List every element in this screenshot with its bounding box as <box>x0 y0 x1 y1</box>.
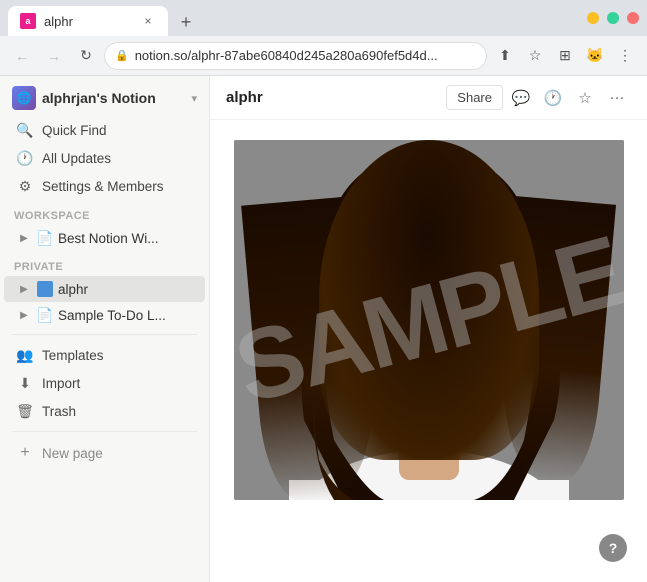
import-icon: ⬇ <box>16 374 34 392</box>
extensions-button[interactable]: ⊞ <box>551 42 579 70</box>
content-body: SAMPLE ? <box>210 120 647 582</box>
tab-title: alphr <box>44 14 73 29</box>
tab-close-button[interactable]: × <box>140 13 156 29</box>
sidebar-item-alphr[interactable]: ▶ alphr <box>4 276 205 302</box>
tab-bar: a alphr × + <box>8 0 200 36</box>
sidebar: 🌐 alphrjan's Notion ▾ 🔍 Quick Find 🕐 All… <box>0 76 210 582</box>
history-icon: 🕐 <box>544 89 563 107</box>
nav-actions: ⬆ ☆ ⊞ 🐱 ⋮ <box>491 42 639 70</box>
workspace-section-label: WORKSPACE <box>0 200 209 225</box>
sidebar-item-sample-todo[interactable]: ▶ 📄 Sample To-Do L... <box>4 302 205 328</box>
help-button[interactable]: ? <box>599 534 627 562</box>
doc-icon: 📄 <box>36 229 54 247</box>
sidebar-item-best-notion[interactable]: ▶ 📄 Best Notion Wi... <box>4 225 205 251</box>
private-section-label: PRIVATE <box>0 251 209 276</box>
workspace-chevron-icon: ▾ <box>191 92 197 105</box>
page-icon-blue <box>36 280 54 298</box>
more-icon: ··· <box>610 89 625 106</box>
address-text: notion.so/alphr-87abe60840d245a280a690fe… <box>135 48 476 63</box>
share-button[interactable]: Share <box>446 85 503 110</box>
todo-doc-icon: 📄 <box>36 306 54 324</box>
lock-icon: 🔒 <box>115 49 129 62</box>
sidebar-item-import[interactable]: ⬇ Import <box>4 369 205 397</box>
sidebar-divider <box>12 334 197 335</box>
chevron-right-icon-2: ▶ <box>16 307 32 323</box>
star-icon: ☆ <box>578 89 591 107</box>
minimize-button[interactable] <box>587 12 599 24</box>
main-area: 🌐 alphrjan's Notion ▾ 🔍 Quick Find 🕐 All… <box>0 76 647 582</box>
sidebar-item-settings[interactable]: ⚙ Settings & Members <box>4 172 205 200</box>
content-area: alphr Share 💬 🕐 ☆ ··· <box>210 76 647 582</box>
browser-frame: a alphr × + ← → ↻ 🔒 notion.so/alph <box>0 0 647 582</box>
title-bar: a alphr × + <box>0 0 647 36</box>
history-icon-button[interactable]: 🕐 <box>539 84 567 112</box>
profile-image <box>234 140 624 500</box>
header-actions: Share 💬 🕐 ☆ ··· <box>446 84 631 112</box>
sidebar-item-trash[interactable]: 🗑 Trash <box>4 397 205 425</box>
address-bar[interactable]: 🔒 notion.so/alphr-87abe60840d245a280a690… <box>104 42 487 70</box>
import-label: Import <box>42 376 80 391</box>
active-tab[interactable]: a alphr × <box>8 6 168 36</box>
workspace-icon: 🌐 <box>12 86 36 110</box>
sidebar-item-templates[interactable]: 👥 Templates <box>4 341 205 369</box>
portrait-hair <box>319 140 539 460</box>
comment-icon: 💬 <box>512 89 531 107</box>
trash-label: Trash <box>42 404 76 419</box>
comment-icon-button[interactable]: 💬 <box>507 84 535 112</box>
alphr-label: alphr <box>58 282 88 297</box>
more-options-button[interactable]: ··· <box>603 84 631 112</box>
new-tab-button[interactable]: + <box>172 8 200 36</box>
tab-favicon: a <box>20 13 36 29</box>
clock-icon: 🕐 <box>16 149 34 167</box>
browser-more-button[interactable]: ⋮ <box>611 42 639 70</box>
share-nav-button[interactable]: ⬆ <box>491 42 519 70</box>
workspace-name: alphrjan's Notion <box>42 90 156 106</box>
content-header: alphr Share 💬 🕐 ☆ ··· <box>210 76 647 120</box>
sidebar-item-quick-find[interactable]: 🔍 Quick Find <box>4 116 205 144</box>
sample-todo-label: Sample To-Do L... <box>58 308 166 323</box>
favorite-icon-button[interactable]: ☆ <box>571 84 599 112</box>
bookmark-button[interactable]: ☆ <box>521 42 549 70</box>
cat-extension-button[interactable]: 🐱 <box>581 42 609 70</box>
close-button[interactable] <box>627 12 639 24</box>
sidebar-divider-2 <box>12 431 197 432</box>
chevron-right-icon: ▶ <box>16 230 32 246</box>
search-icon: 🔍 <box>16 121 34 139</box>
chevron-down-icon: ▶ <box>16 281 32 297</box>
trash-icon: 🗑 <box>16 402 34 420</box>
plus-icon: + <box>16 444 34 462</box>
back-button[interactable]: ← <box>8 42 36 70</box>
gear-icon: ⚙ <box>16 177 34 195</box>
quick-find-label: Quick Find <box>42 123 107 138</box>
window-controls <box>587 12 639 24</box>
workspace-header[interactable]: 🌐 alphrjan's Notion ▾ <box>0 76 209 116</box>
settings-label: Settings & Members <box>42 179 164 194</box>
page-title: alphr <box>226 89 436 106</box>
all-updates-label: All Updates <box>42 151 111 166</box>
forward-button[interactable]: → <box>40 42 68 70</box>
new-page-label: New page <box>42 446 103 461</box>
best-notion-label: Best Notion Wi... <box>58 231 159 246</box>
templates-icon: 👥 <box>16 346 34 364</box>
profile-image-container: SAMPLE <box>234 140 624 500</box>
new-page-button[interactable]: + New page <box>4 438 205 468</box>
sidebar-item-all-updates[interactable]: 🕐 All Updates <box>4 144 205 172</box>
maximize-button[interactable] <box>607 12 619 24</box>
templates-label: Templates <box>42 348 104 363</box>
nav-bar: ← → ↻ 🔒 notion.so/alphr-87abe60840d245a2… <box>0 36 647 76</box>
reload-button[interactable]: ↻ <box>72 42 100 70</box>
